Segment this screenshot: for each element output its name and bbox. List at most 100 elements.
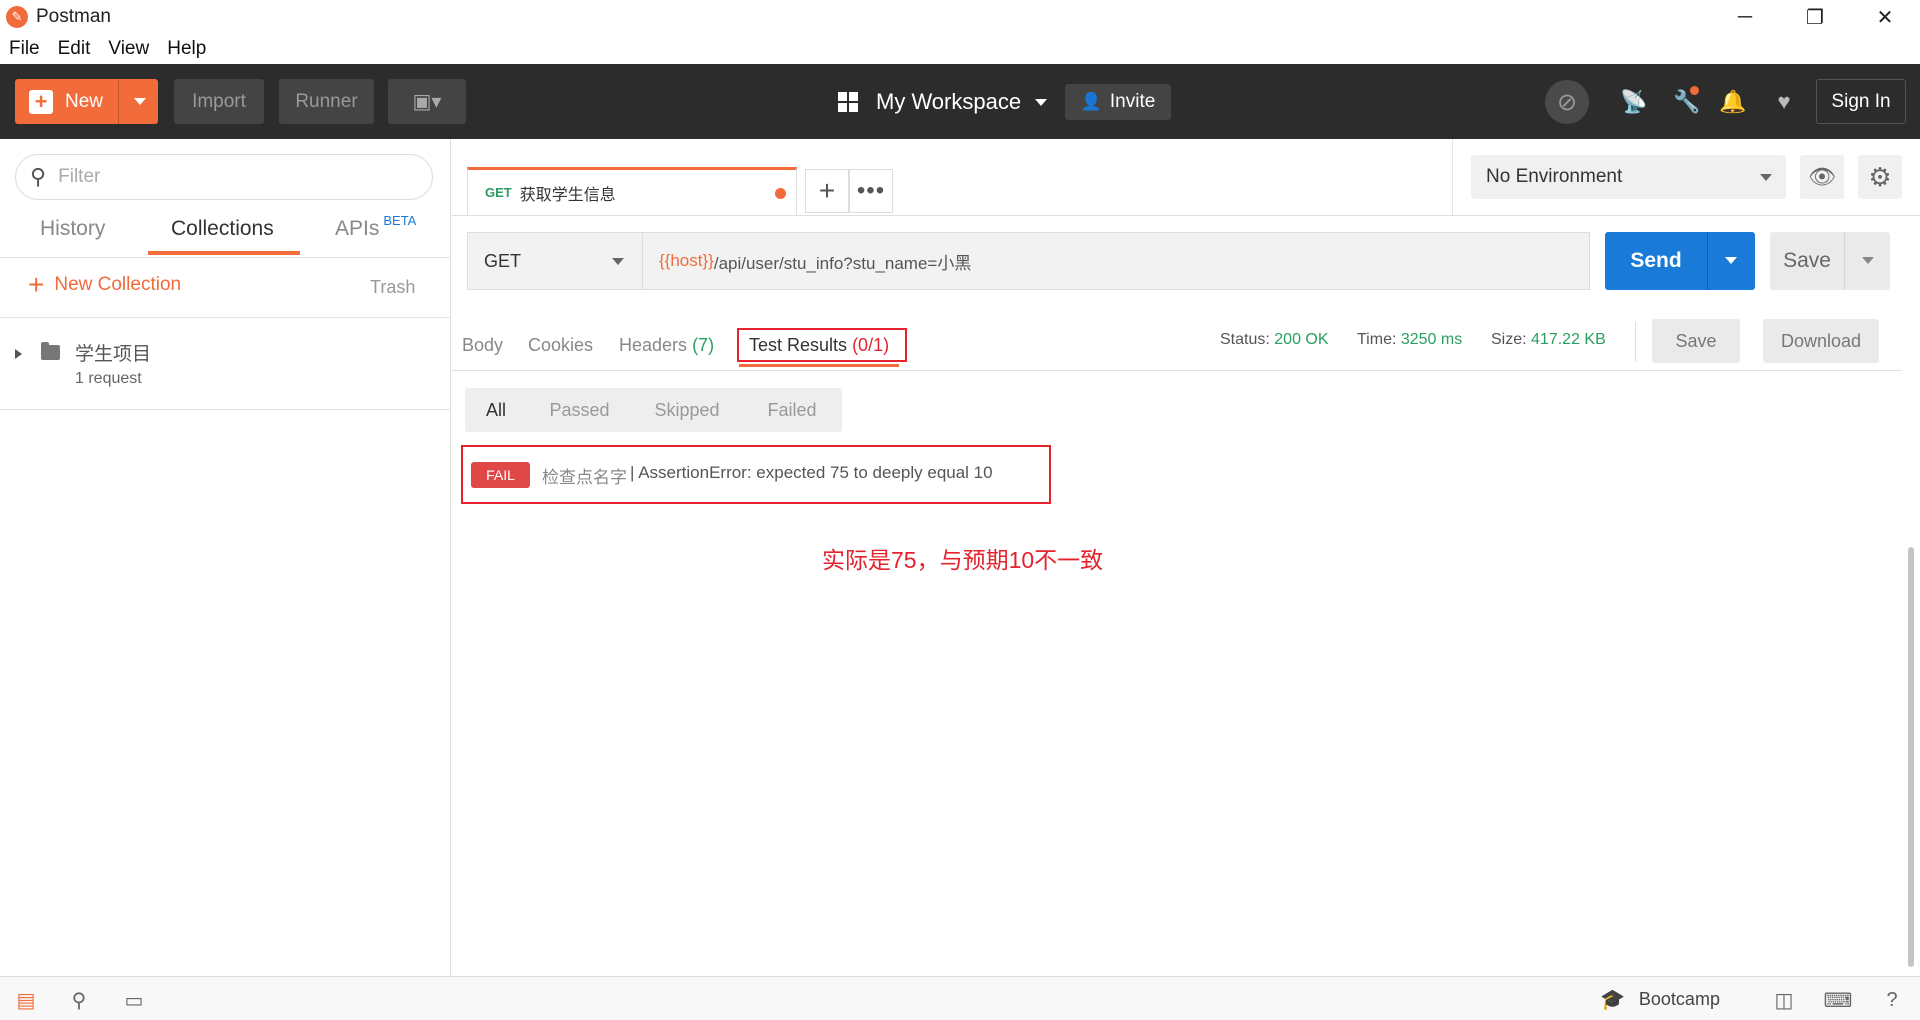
new-dropdown-caret-icon[interactable] [134, 98, 146, 105]
plus-icon: + [28, 269, 45, 300]
menu-file[interactable]: File [0, 38, 49, 60]
new-button-label: New [65, 90, 104, 112]
url-input[interactable]: {{host}}/api/user/stu_info?stu_name=小黑 [642, 232, 1590, 290]
save-label: Save [1783, 249, 1831, 272]
bootcamp-button[interactable]: 🎓 Bootcamp [1600, 987, 1720, 1012]
filter-input[interactable] [58, 166, 399, 188]
method-select[interactable]: GET [467, 232, 642, 290]
highlight-box-test-results [737, 328, 907, 362]
tab-body[interactable]: Body [462, 335, 503, 356]
active-tab-indicator [148, 251, 300, 255]
filter-all[interactable]: All [465, 388, 527, 432]
new-button[interactable]: + New [15, 79, 158, 124]
sign-in-button[interactable]: Sign In [1816, 79, 1906, 124]
response-size: Size: 417.22 KB [1491, 331, 1606, 348]
main-panel: GET 获取学生信息 + ••• No Environment 👁 ⚙ GET … [452, 139, 1920, 976]
menu-help[interactable]: Help [158, 38, 215, 60]
download-button[interactable]: Download [1763, 319, 1879, 363]
menu-edit[interactable]: Edit [49, 38, 100, 60]
minimize-button[interactable]: ─ [1710, 0, 1780, 34]
collection-item[interactable]: 学生项目 1 request [0, 329, 450, 409]
collection-request-count: 1 request [75, 370, 142, 387]
save-dropdown-caret-icon[interactable] [1862, 257, 1874, 264]
save-button[interactable]: Save [1770, 232, 1890, 290]
annotation-text: 实际是75，与预期10不一致 [822, 547, 1104, 573]
two-pane-view-icon[interactable]: ◫ [1772, 988, 1796, 1012]
send-dropdown-caret-icon[interactable] [1725, 257, 1737, 264]
new-tab-button[interactable]: + [805, 169, 849, 213]
request-tab-name: 获取学生信息 [519, 186, 616, 204]
new-collection-button[interactable]: + New Collection [28, 269, 182, 300]
invite-button[interactable]: 👤 Invite [1065, 84, 1171, 120]
bootcamp-label: Bootcamp [1638, 989, 1720, 1009]
add-person-icon: 👤 [1080, 92, 1102, 111]
size-value: 417.22 KB [1531, 331, 1606, 348]
send-label: Send [1630, 249, 1682, 272]
unsaved-dot-icon [775, 188, 786, 199]
workspace-grid-icon [838, 92, 858, 112]
graduation-cap-icon: 🎓 [1600, 989, 1625, 1011]
more-actions-button[interactable]: ••• [849, 169, 893, 213]
trash-link[interactable]: Trash [370, 277, 415, 298]
import-button[interactable]: Import [174, 79, 264, 124]
menu-bar: File Edit View Help [0, 34, 1920, 64]
notification-dot [1690, 86, 1699, 95]
send-button[interactable]: Send [1605, 232, 1755, 290]
active-tab-indicator [739, 364, 899, 367]
search-icon: ⚲ [30, 164, 47, 189]
chevron-down-icon [1035, 98, 1048, 106]
fail-badge: FAIL [471, 462, 530, 488]
tab-history[interactable]: History [40, 217, 105, 241]
response-time: Time: 3250 ms [1357, 331, 1463, 348]
new-collection-label: New Collection [54, 274, 182, 295]
interceptor-icon[interactable]: 📡 [1620, 88, 1648, 116]
help-icon[interactable]: ? [1880, 988, 1904, 1012]
gear-icon[interactable]: ⚙ [1858, 155, 1902, 199]
keyboard-shortcuts-icon[interactable]: ⌨ [1824, 988, 1853, 1012]
find-replace-icon[interactable]: ⚲ [67, 988, 91, 1012]
expand-arrow-icon[interactable] [15, 349, 22, 359]
tab-cookies[interactable]: Cookies [528, 335, 593, 356]
tab-headers[interactable]: Headers (7) [619, 335, 714, 356]
new-window-icon: ▣▾ [412, 91, 442, 113]
close-button[interactable]: ✕ [1850, 0, 1920, 34]
restore-button[interactable]: ❐ [1780, 0, 1850, 34]
filter-failed[interactable]: Failed [742, 388, 842, 432]
open-new-window-button[interactable]: ▣▾ [388, 79, 466, 124]
heart-icon[interactable]: ♥ [1770, 88, 1798, 116]
filter-skipped[interactable]: Skipped [632, 388, 742, 432]
eye-icon[interactable]: 👁 [1800, 155, 1844, 199]
workspace-selector[interactable]: My Workspace [838, 84, 1048, 120]
filter-field[interactable]: ⚲ [15, 154, 433, 200]
workspace-label: My Workspace [876, 89, 1022, 114]
menu-view[interactable]: View [99, 38, 158, 60]
app-header: + New Import Runner ▣▾ My Workspace 👤 In… [0, 64, 1920, 139]
console-icon[interactable]: ▭ [122, 988, 146, 1012]
tab-apis-label: APIs [335, 217, 380, 240]
method-label: GET [484, 250, 522, 271]
scrollbar-thumb[interactable] [1908, 547, 1914, 967]
sync-off-icon[interactable]: ⊘ [1545, 80, 1589, 124]
request-tab[interactable]: GET 获取学生信息 [467, 167, 797, 215]
sidebar: ⚲ History Collections APIsBETA + New Col… [0, 139, 451, 976]
tab-headers-label: Headers [619, 335, 688, 355]
toggle-sidebar-icon[interactable]: ▤ [14, 988, 38, 1012]
tab-apis[interactable]: APIs BETA [335, 213, 416, 241]
url-path: /api/user/stu_info?stu_name=小黑 [713, 253, 972, 273]
beta-badge: BETA [383, 213, 417, 228]
title-bar: ✎ Postman ─ ❐ ✕ [0, 0, 1920, 34]
test-filter-tabs: All Passed Skipped Failed [465, 388, 842, 432]
assertion-message: | AssertionError: expected 75 to deeply … [630, 463, 993, 482]
folder-icon [41, 342, 60, 360]
window-controls: ─ ❐ ✕ [1710, 0, 1920, 34]
chevron-down-icon [1760, 174, 1772, 181]
environment-select[interactable]: No Environment [1471, 155, 1786, 199]
save-response-button[interactable]: Save [1652, 319, 1740, 363]
tab-collections[interactable]: Collections [171, 217, 274, 241]
bell-icon[interactable]: 🔔 [1719, 88, 1747, 116]
test-result-row: FAIL 检查点名字 | AssertionError: expected 75… [461, 445, 1051, 504]
environment-panel: No Environment 👁 ⚙ [1452, 139, 1920, 215]
request-url-row: GET {{host}}/api/user/stu_info?stu_name=… [467, 232, 1902, 290]
filter-passed[interactable]: Passed [527, 388, 632, 432]
runner-button[interactable]: Runner [279, 79, 374, 124]
